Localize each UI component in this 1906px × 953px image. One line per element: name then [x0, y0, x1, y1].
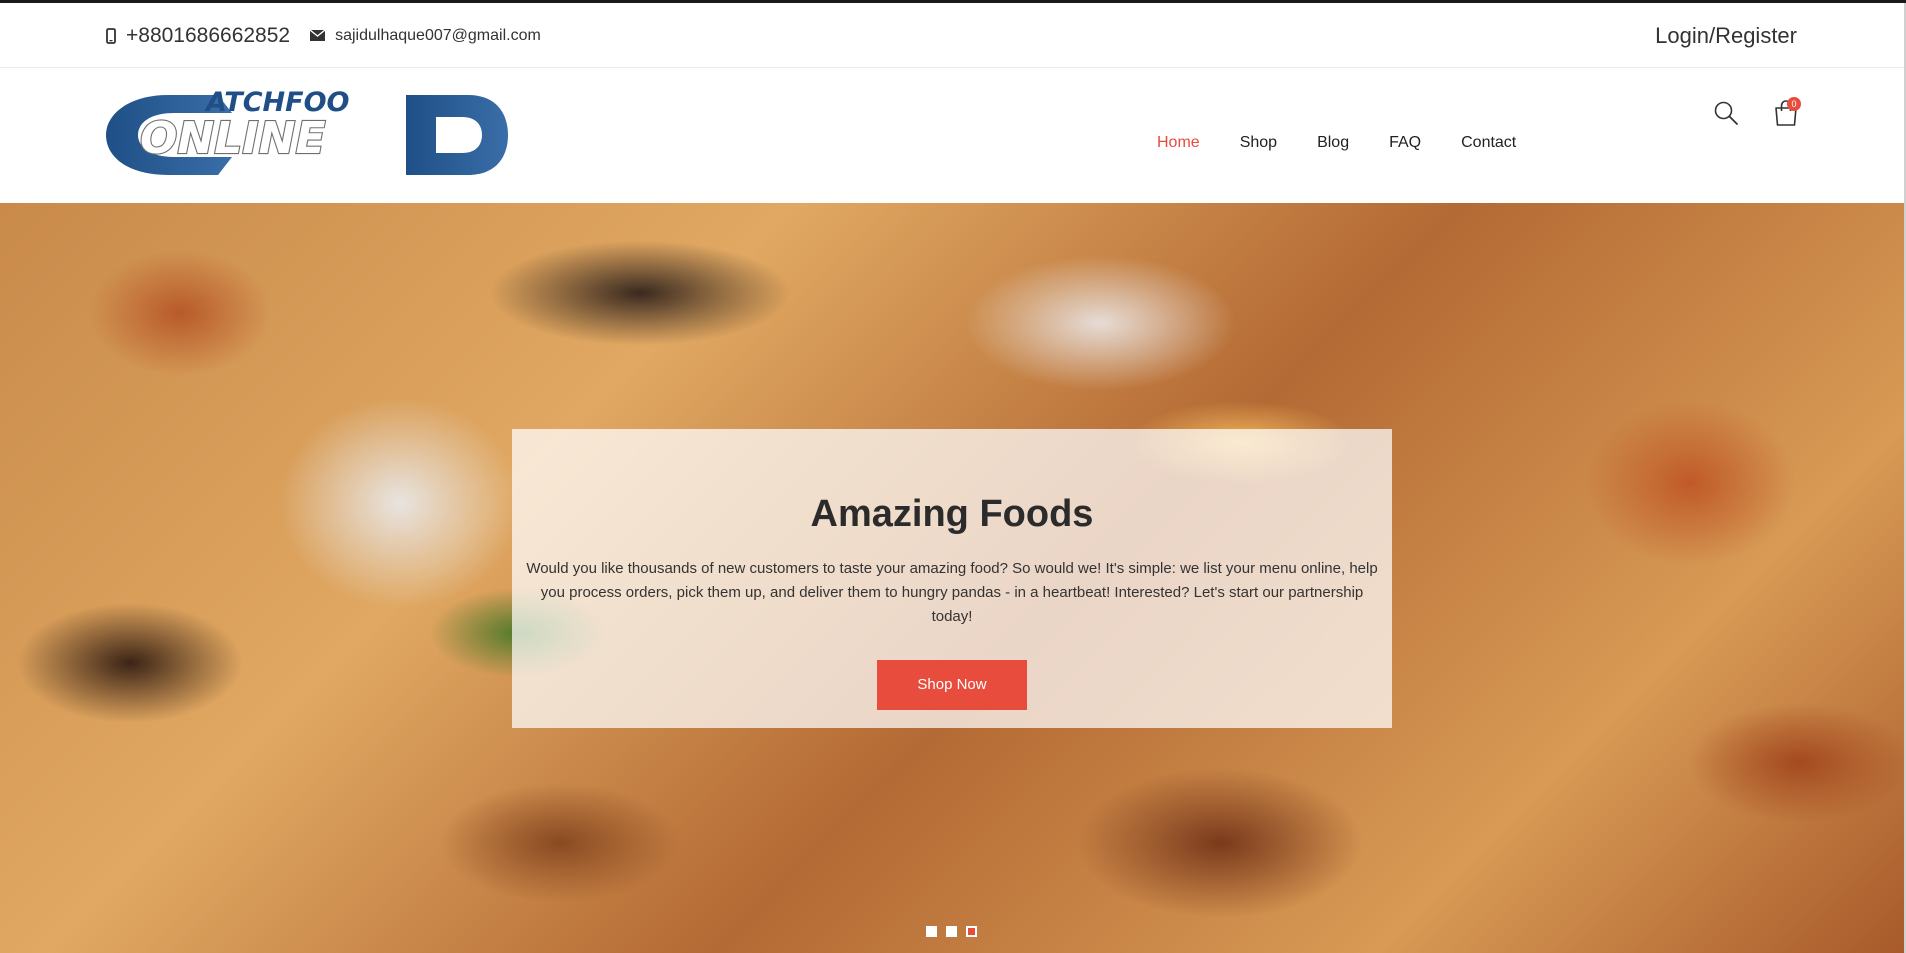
email-address[interactable]: sajidulhaque007@gmail.com — [335, 27, 541, 45]
contact-info: +8801686662852 sajidulhaque007@gmail.com — [106, 3, 561, 68]
hero-title: Amazing Foods — [810, 493, 1094, 535]
nav-item-home[interactable]: Home — [1157, 133, 1200, 153]
email-contact: sajidulhaque007@gmail.com — [310, 27, 541, 45]
hero-caption-panel: Amazing Foods Would you like thousands o… — [512, 429, 1392, 728]
nav-item-contact[interactable]: Contact — [1461, 133, 1516, 153]
slider-dot-1[interactable] — [926, 926, 937, 937]
phone-contact: +8801686662852 — [106, 24, 290, 48]
site-logo[interactable]: ATCHFOO ONLINE — [106, 87, 508, 179]
shop-now-button[interactable]: Shop Now — [877, 660, 1027, 710]
login-register-link[interactable]: Login/Register — [1655, 3, 1797, 68]
hero-slider: Amazing Foods Would you like thousands o… — [0, 203, 1906, 953]
search-icon[interactable] — [1713, 100, 1739, 126]
logo-text-bottom: ONLINE — [140, 113, 326, 164]
envelope-icon — [310, 30, 326, 41]
slider-dot-3[interactable] — [966, 926, 977, 937]
nav-item-faq[interactable]: FAQ — [1389, 133, 1421, 153]
site-header: ATCHFOO ONLINE Home Shop Blog FAQ Contac… — [0, 69, 1906, 203]
nav-item-blog[interactable]: Blog — [1317, 133, 1349, 153]
mobile-phone-icon — [106, 27, 116, 44]
hero-description: Would you like thousands of new customer… — [526, 560, 1378, 625]
main-navigation: Home Shop Blog FAQ Contact — [1157, 69, 1516, 153]
nav-item-shop[interactable]: Shop — [1240, 133, 1277, 153]
top-info-bar: +8801686662852 sajidulhaque007@gmail.com… — [0, 3, 1906, 68]
slider-pagination — [926, 926, 986, 937]
phone-number[interactable]: +8801686662852 — [126, 24, 290, 48]
cart-count-badge: 0 — [1787, 97, 1801, 111]
slider-dot-2[interactable] — [946, 926, 957, 937]
